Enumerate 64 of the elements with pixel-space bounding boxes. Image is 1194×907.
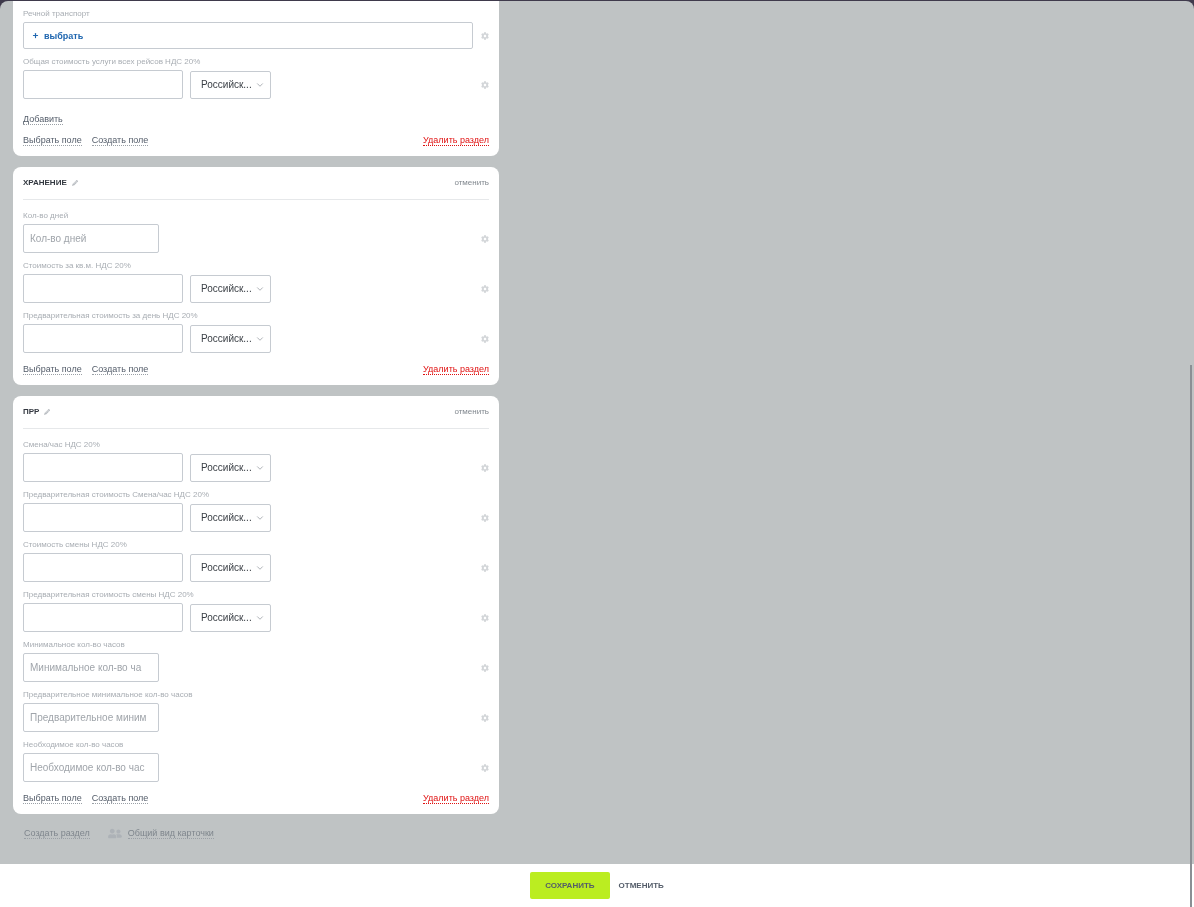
- amount-input[interactable]: [23, 324, 183, 353]
- picker-field[interactable]: выбрать: [23, 22, 473, 49]
- currency-select[interactable]: Российск...: [190, 274, 271, 303]
- delete-section-link[interactable]: Удалить раздел: [423, 793, 489, 804]
- field-label: Предварительная стоимость смены НДС 20%: [23, 590, 194, 600]
- settings-icon[interactable]: [481, 763, 489, 772]
- section-title: ПРР: [23, 407, 40, 417]
- amount-input[interactable]: [23, 603, 183, 632]
- field-label: Предварительная стоимость Смена/час НДС 20%: [23, 490, 210, 500]
- plus-icon: [32, 32, 39, 39]
- amount-input[interactable]: [23, 503, 183, 532]
- amount-input[interactable]: [23, 553, 183, 582]
- number-input[interactable]: Минимальное кол-во ча: [23, 653, 159, 682]
- cancel-link[interactable]: отменить: [454, 178, 489, 188]
- settings-icon[interactable]: [481, 31, 489, 40]
- number-input[interactable]: Необходимое кол-во час: [23, 753, 159, 782]
- field-label: Смена/час НДС 20%: [23, 440, 100, 450]
- field-link[interactable]: Выбрать поле: [23, 364, 82, 375]
- field-label: Предварительное минимальное кол-во часов: [23, 690, 193, 700]
- settings-icon[interactable]: [481, 513, 489, 522]
- field-link[interactable]: Выбрать поле: [23, 793, 82, 804]
- settings-icon[interactable]: [481, 334, 489, 343]
- field-label: Стоимость за кв.м. НДС 20%: [23, 261, 131, 271]
- field-label: Минимальное кол-во часов: [23, 640, 125, 650]
- field-label: Предварительная стоимость за день НДС 20%: [23, 311, 198, 321]
- amount-input[interactable]: [23, 453, 183, 482]
- number-input[interactable]: Кол-во дней: [23, 224, 159, 253]
- settings-icon[interactable]: [481, 463, 489, 472]
- scrollbar-thumb[interactable]: [1190, 365, 1192, 907]
- field-link[interactable]: Создать поле: [91, 135, 149, 146]
- field-label: Общая стоимость услуги всех рейсов НДС 20%: [23, 57, 201, 67]
- amount-input[interactable]: [23, 274, 183, 303]
- currency-select[interactable]: Российск...: [190, 324, 271, 353]
- field-label: Стоимость смены НДС 20%: [23, 540, 127, 550]
- settings-icon[interactable]: [481, 663, 489, 672]
- currency-select[interactable]: Российск...: [190, 503, 271, 532]
- choose-link[interactable]: выбрать: [32, 30, 84, 41]
- cancel-button[interactable]: ОТМЕНИТЬ: [618, 881, 664, 890]
- field-link[interactable]: Выбрать поле: [23, 135, 82, 146]
- settings-icon[interactable]: [481, 613, 489, 622]
- delete-section-link[interactable]: Удалить раздел: [423, 364, 489, 375]
- currency-select[interactable]: Российск...: [190, 70, 271, 99]
- currency-select[interactable]: Российск...: [190, 553, 271, 582]
- delete-section-link[interactable]: Удалить раздел: [423, 135, 489, 146]
- pencil-icon[interactable]: [71, 180, 78, 186]
- settings-icon[interactable]: [481, 713, 489, 722]
- settings-icon[interactable]: [481, 234, 489, 243]
- settings-icon[interactable]: [481, 563, 489, 572]
- field-label: Речной транспорт: [23, 9, 90, 19]
- section-title: ХРАНЕНИЕ: [23, 178, 67, 188]
- pencil-icon[interactable]: [44, 409, 51, 415]
- field-label: Необходимое кол-во часов: [23, 740, 124, 750]
- field-link[interactable]: Создать поле: [91, 364, 149, 375]
- amount-input[interactable]: [23, 70, 183, 99]
- field-link[interactable]: Создать поле: [91, 793, 149, 804]
- save-button[interactable]: СОХРАНИТЬ: [530, 872, 610, 899]
- field-label: Кол-во дней: [23, 211, 69, 221]
- currency-select[interactable]: Российск...: [190, 603, 271, 632]
- add-link[interactable]: Добавить: [23, 114, 63, 125]
- number-input[interactable]: Предварительное миним: [23, 703, 159, 732]
- settings-icon[interactable]: [481, 284, 489, 293]
- cancel-link[interactable]: отменить: [454, 407, 489, 417]
- settings-icon[interactable]: [481, 80, 489, 89]
- currency-select[interactable]: Российск...: [190, 453, 271, 482]
